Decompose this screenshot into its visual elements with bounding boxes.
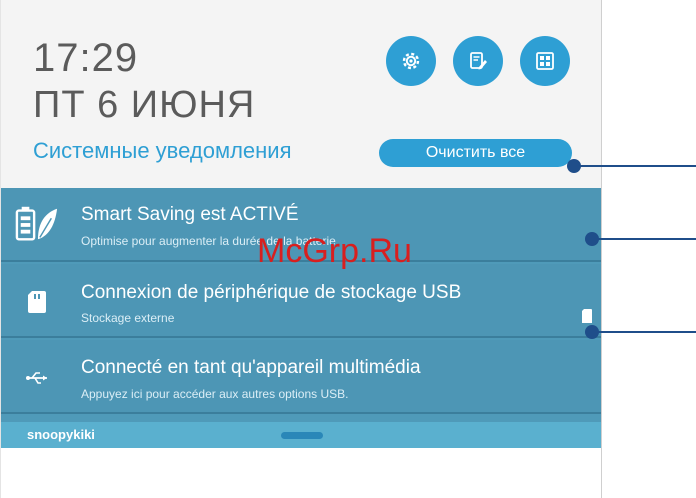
notification-subtitle: Stockage externe bbox=[81, 311, 175, 325]
apps-grid-button[interactable] bbox=[520, 36, 570, 86]
drag-handle[interactable] bbox=[281, 432, 323, 439]
callout-line-clear bbox=[574, 165, 696, 167]
system-notifications-label: Системные уведомления bbox=[33, 138, 292, 163]
battery-leaf-icon bbox=[15, 202, 59, 246]
edit-quick-settings-button[interactable] bbox=[453, 36, 503, 86]
notification-usb-storage[interactable]: Connexion de périphérique de stockage US… bbox=[1, 264, 601, 338]
clock-time: 17:29 bbox=[33, 36, 139, 80]
settings-button[interactable] bbox=[386, 36, 436, 86]
clear-all-button[interactable]: Очистить все bbox=[379, 139, 572, 167]
grid-apps-icon bbox=[536, 52, 554, 70]
callout-line-notification bbox=[592, 238, 696, 240]
sd-card-icon bbox=[15, 280, 59, 324]
owner-name: snoopykiki bbox=[27, 427, 95, 442]
shade-footer: snoopykiki bbox=[1, 422, 601, 448]
notification-usb-media[interactable]: Connecté en tant qu'appareil multimédia … bbox=[1, 340, 601, 414]
callout-dot-notification bbox=[585, 232, 599, 246]
notification-shade: 17:29 ПТ 6 ИЮНЯ Системные уведомления Оч… bbox=[0, 0, 602, 498]
clock-date: ПТ 6 ИЮНЯ bbox=[33, 84, 256, 126]
usb-icon bbox=[15, 356, 59, 400]
gear-icon bbox=[402, 52, 420, 70]
screenshot-page: 17:29 ПТ 6 ИЮНЯ Системные уведомления Оч… bbox=[0, 0, 696, 498]
notification-title: Connecté en tant qu'appareil multimédia bbox=[81, 357, 421, 378]
notification-title: Smart Saving est ACTIVÉ bbox=[81, 204, 299, 225]
callout-dot-status-icon bbox=[585, 325, 599, 339]
watermark-text: McGrp.Ru bbox=[257, 232, 412, 270]
callout-line-status-icon bbox=[592, 331, 696, 333]
notification-subtitle: Appuyez ici pour accéder aux autres opti… bbox=[81, 387, 349, 401]
edit-note-icon bbox=[470, 52, 487, 70]
callout-dot-clear bbox=[567, 159, 581, 173]
sd-card-icon bbox=[581, 308, 593, 324]
shade-header: 17:29 ПТ 6 ИЮНЯ Системные уведомления Оч… bbox=[1, 0, 601, 188]
notification-title: Connexion de périphérique de stockage US… bbox=[81, 282, 462, 303]
notification-list: Smart Saving est ACTIVÉ Optimise pour au… bbox=[1, 188, 601, 448]
